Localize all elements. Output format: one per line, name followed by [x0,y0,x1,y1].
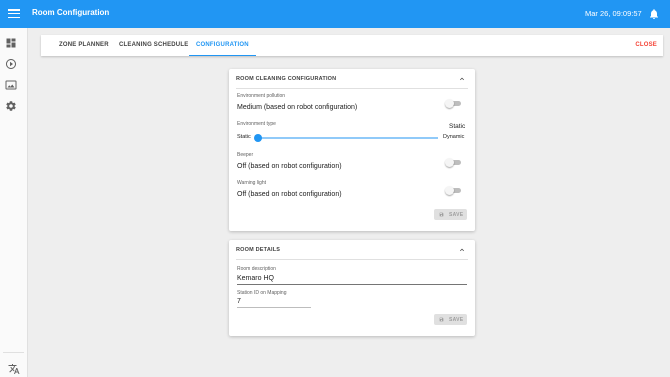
station-id-underline [237,307,311,308]
save-icon [439,317,444,322]
env-type-label: Environment type [237,121,276,127]
menu-icon[interactable] [8,7,20,21]
save-label: SAVE [449,317,464,323]
card-title: ROOM CLEANING CONFIGURATION [236,76,337,82]
close-button[interactable]: CLOSE [621,35,657,56]
room-description-label: Room description [237,266,276,272]
chevron-up-icon[interactable] [458,75,466,83]
page-title: Room Configuration [32,8,110,17]
chevron-up-icon[interactable] [458,246,466,254]
dashboard-icon[interactable] [5,37,17,49]
env-type-min-label: Static [237,134,251,140]
beeper-label: Beeper [237,152,254,158]
sidebar [0,28,28,377]
env-type-slider-track[interactable] [258,137,438,139]
card-title: ROOM DETAILS [236,247,281,253]
warning-light-label: Warning light [237,180,266,186]
app-bar: Room Configuration Mar 26, 09:09:57 [0,0,670,28]
env-type-slider-thumb[interactable] [254,133,262,142]
env-type-current: Static [449,123,466,130]
translate-icon[interactable] [8,363,20,375]
save-button[interactable]: SAVE [434,314,467,325]
save-label: SAVE [449,212,464,218]
room-description-input[interactable]: Kemaro HQ [237,275,274,282]
settings-icon[interactable] [5,100,17,112]
beeper-value: Off (based on robot configuration) [237,163,342,170]
tab-cleaning-schedule[interactable]: CLEANING SCHEDULE [119,35,188,56]
env-pollution-value: Medium (based on robot configuration) [237,104,358,111]
save-icon [439,212,444,217]
card-header[interactable]: ROOM DETAILS [236,240,468,260]
card-header[interactable]: ROOM CLEANING CONFIGURATION [236,69,468,89]
tab-bar: ZONE PLANNER CLEANING SCHEDULE CONFIGURA… [41,35,663,56]
image-icon[interactable] [5,79,17,91]
sidebar-divider [3,352,24,353]
play-icon[interactable] [5,58,17,70]
env-pollution-label: Environment pollution [237,93,286,99]
beeper-toggle[interactable] [445,157,463,167]
warning-light-toggle[interactable] [445,185,463,195]
tab-configuration[interactable]: CONFIGURATION [189,35,256,56]
station-id-label: Station ID on Mapping [237,290,287,296]
bell-icon[interactable] [648,8,660,20]
station-id-input[interactable]: 7 [237,298,241,305]
tab-zone-planner[interactable]: ZONE PLANNER [59,35,109,56]
clock-text: Mar 26, 09:09:57 [585,8,642,18]
room-description-underline [237,284,467,285]
env-type-max-label: Dynamic [443,134,465,140]
env-pollution-toggle[interactable] [445,98,463,108]
save-button[interactable]: SAVE [434,209,467,220]
warning-light-value: Off (based on robot configuration) [237,191,342,198]
